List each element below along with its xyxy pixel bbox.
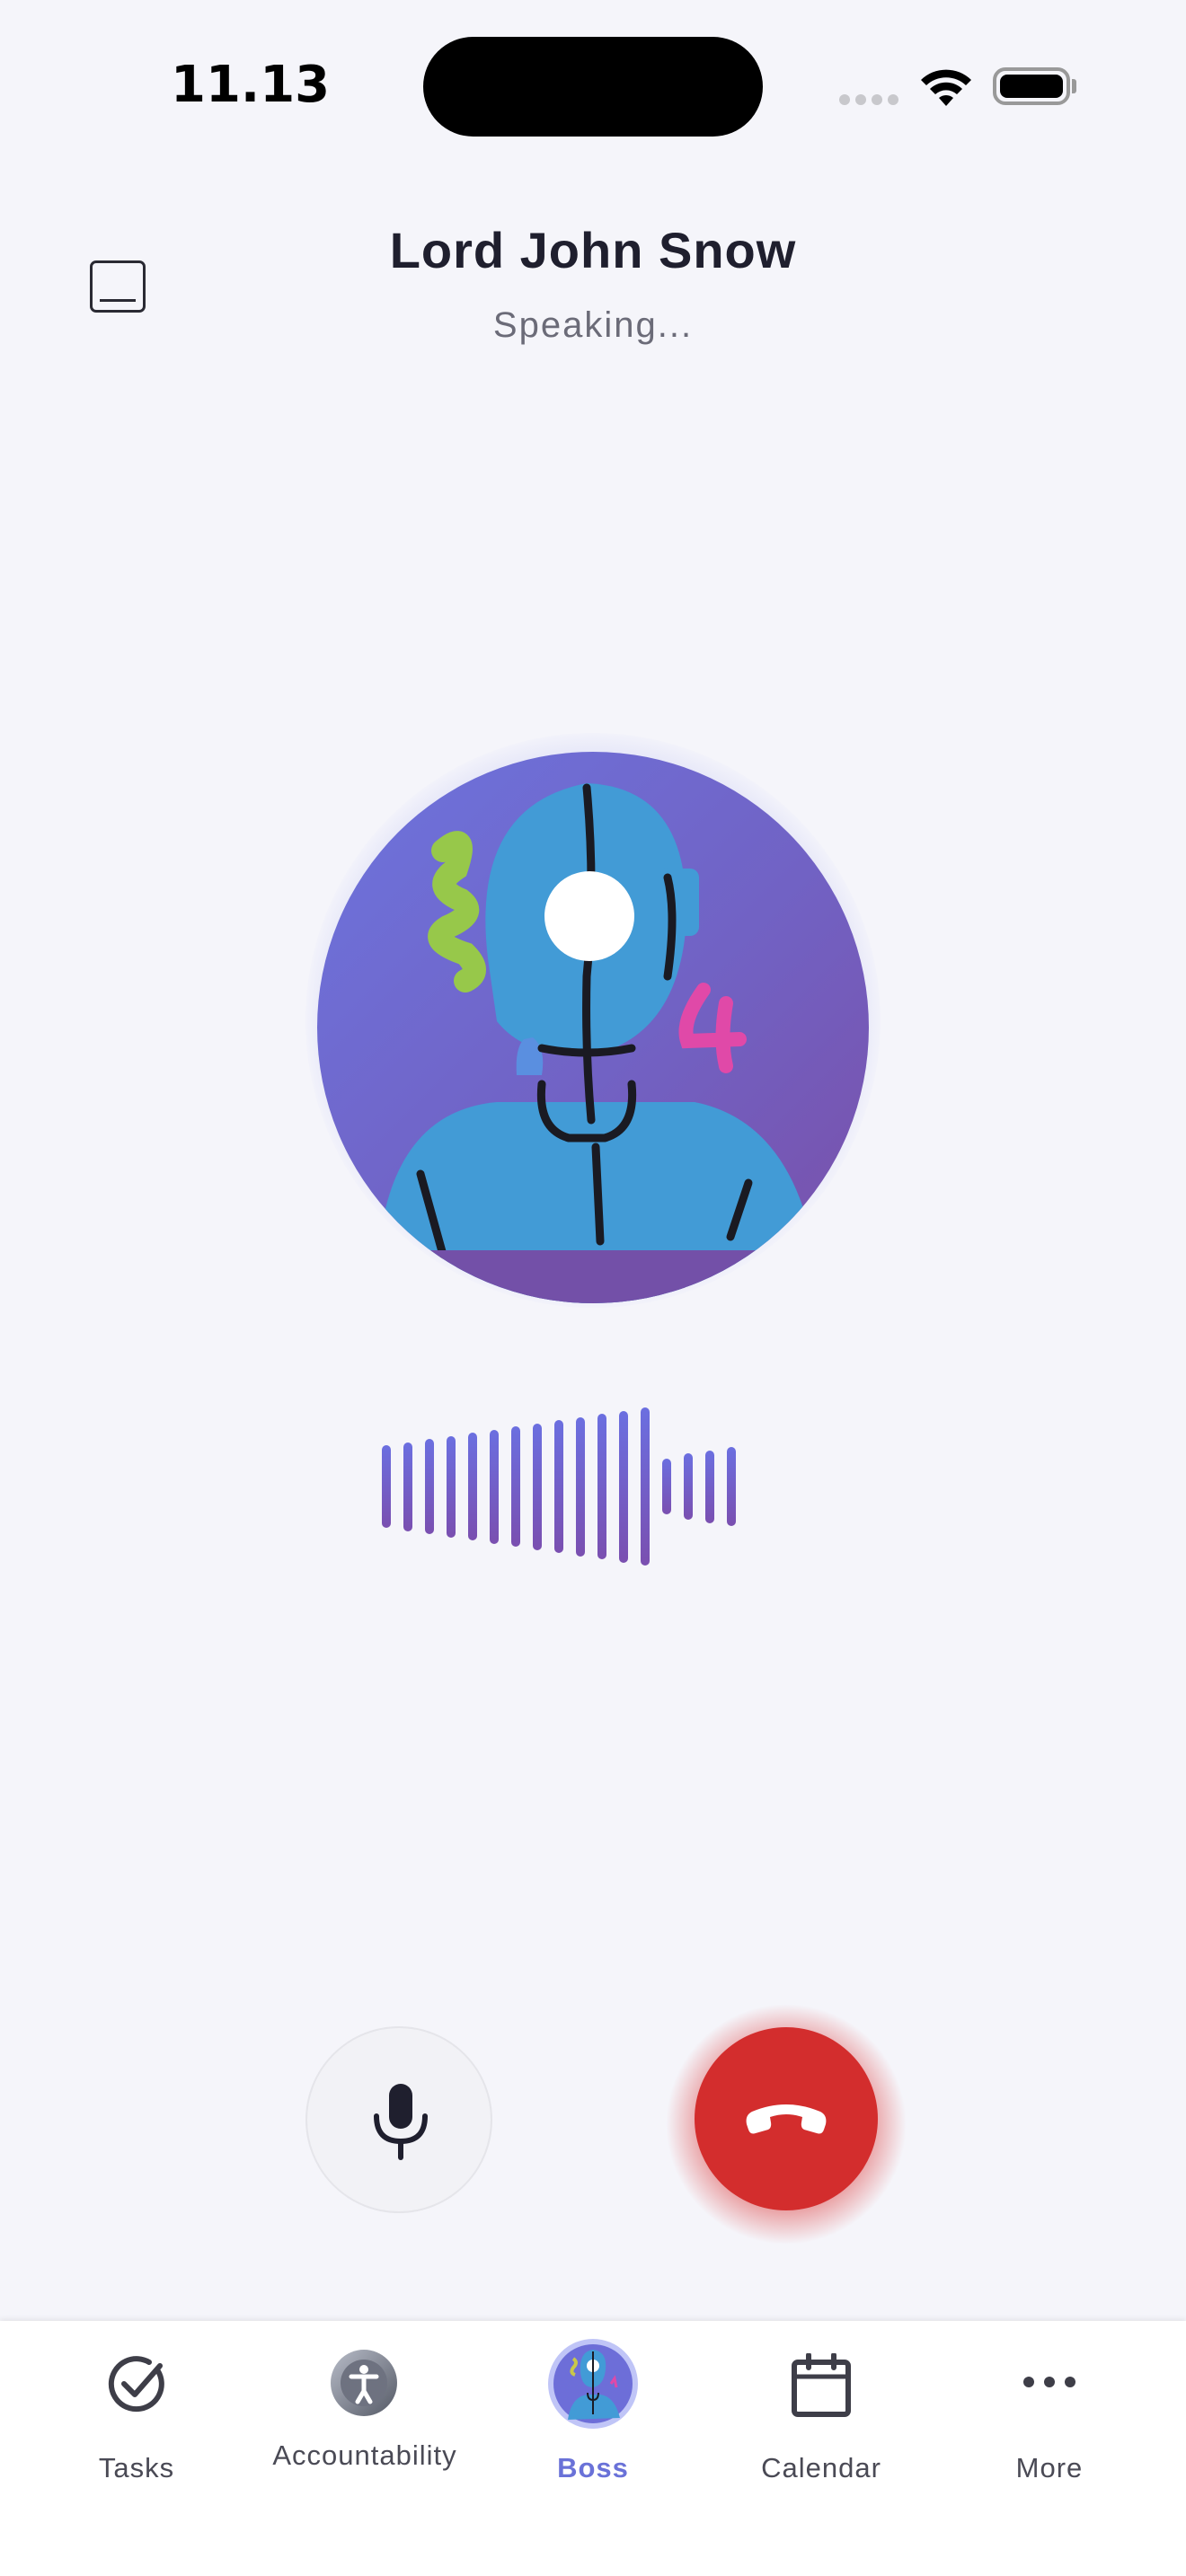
caller-avatar	[317, 752, 869, 1303]
tab-calendar[interactable]: Calendar	[703, 2321, 940, 2519]
tab-boss[interactable]: Boss	[474, 2321, 712, 2519]
waveform-bar	[490, 1429, 499, 1544]
waveform-bar	[382, 1445, 391, 1528]
tab-bar: Tasks Accountability Boss Calendar More	[0, 2321, 1186, 2576]
tab-label: Boss	[557, 2452, 629, 2483]
more-dots-icon	[1023, 2377, 1075, 2387]
cellular-signal-icon	[839, 93, 904, 110]
waveform-bar	[727, 1447, 736, 1526]
tab-label: Calendar	[761, 2452, 881, 2483]
waveform-bar	[641, 1407, 650, 1566]
microphone-icon	[374, 2084, 428, 2160]
waveform-bar	[403, 1442, 412, 1531]
tab-label: More	[1015, 2452, 1084, 2483]
waveform-bar	[425, 1439, 434, 1534]
status-time: 11.13	[171, 56, 331, 114]
check-circle-icon	[108, 2356, 164, 2413]
waveform-bar	[662, 1459, 671, 1514]
waveform-bar	[619, 1410, 628, 1563]
phone-hangup-icon	[746, 2104, 827, 2134]
waveform-bar	[576, 1416, 585, 1557]
accountability-avatar-icon	[331, 2350, 397, 2416]
waveform-bar	[447, 1435, 456, 1538]
mute-microphone-button[interactable]	[305, 2026, 492, 2213]
waveform-bar	[468, 1433, 477, 1540]
waveform-bar	[554, 1420, 563, 1553]
voice-waveform	[377, 1401, 809, 1572]
battery-icon	[993, 67, 1070, 105]
waveform-bar	[705, 1450, 714, 1523]
wifi-icon	[919, 66, 973, 112]
waveform-bar	[684, 1453, 693, 1520]
tab-label: Accountability	[272, 2439, 457, 2471]
boss-avatar-icon	[548, 2339, 638, 2429]
tab-tasks[interactable]: Tasks	[18, 2321, 255, 2519]
waveform-bar	[511, 1426, 520, 1547]
tab-more[interactable]: More	[931, 2321, 1168, 2519]
battery-tip	[1072, 79, 1076, 93]
calendar-icon	[792, 2353, 851, 2417]
caller-name: Lord John Snow	[389, 222, 797, 278]
end-call-button[interactable]	[695, 2027, 878, 2210]
waveform-bar	[533, 1423, 542, 1550]
waveform-bar	[597, 1414, 606, 1559]
call-status: Speaking...	[492, 305, 694, 345]
tab-accountability[interactable]: Accountability	[246, 2321, 483, 2519]
dynamic-island	[423, 37, 763, 137]
tab-label: Tasks	[98, 2452, 175, 2483]
